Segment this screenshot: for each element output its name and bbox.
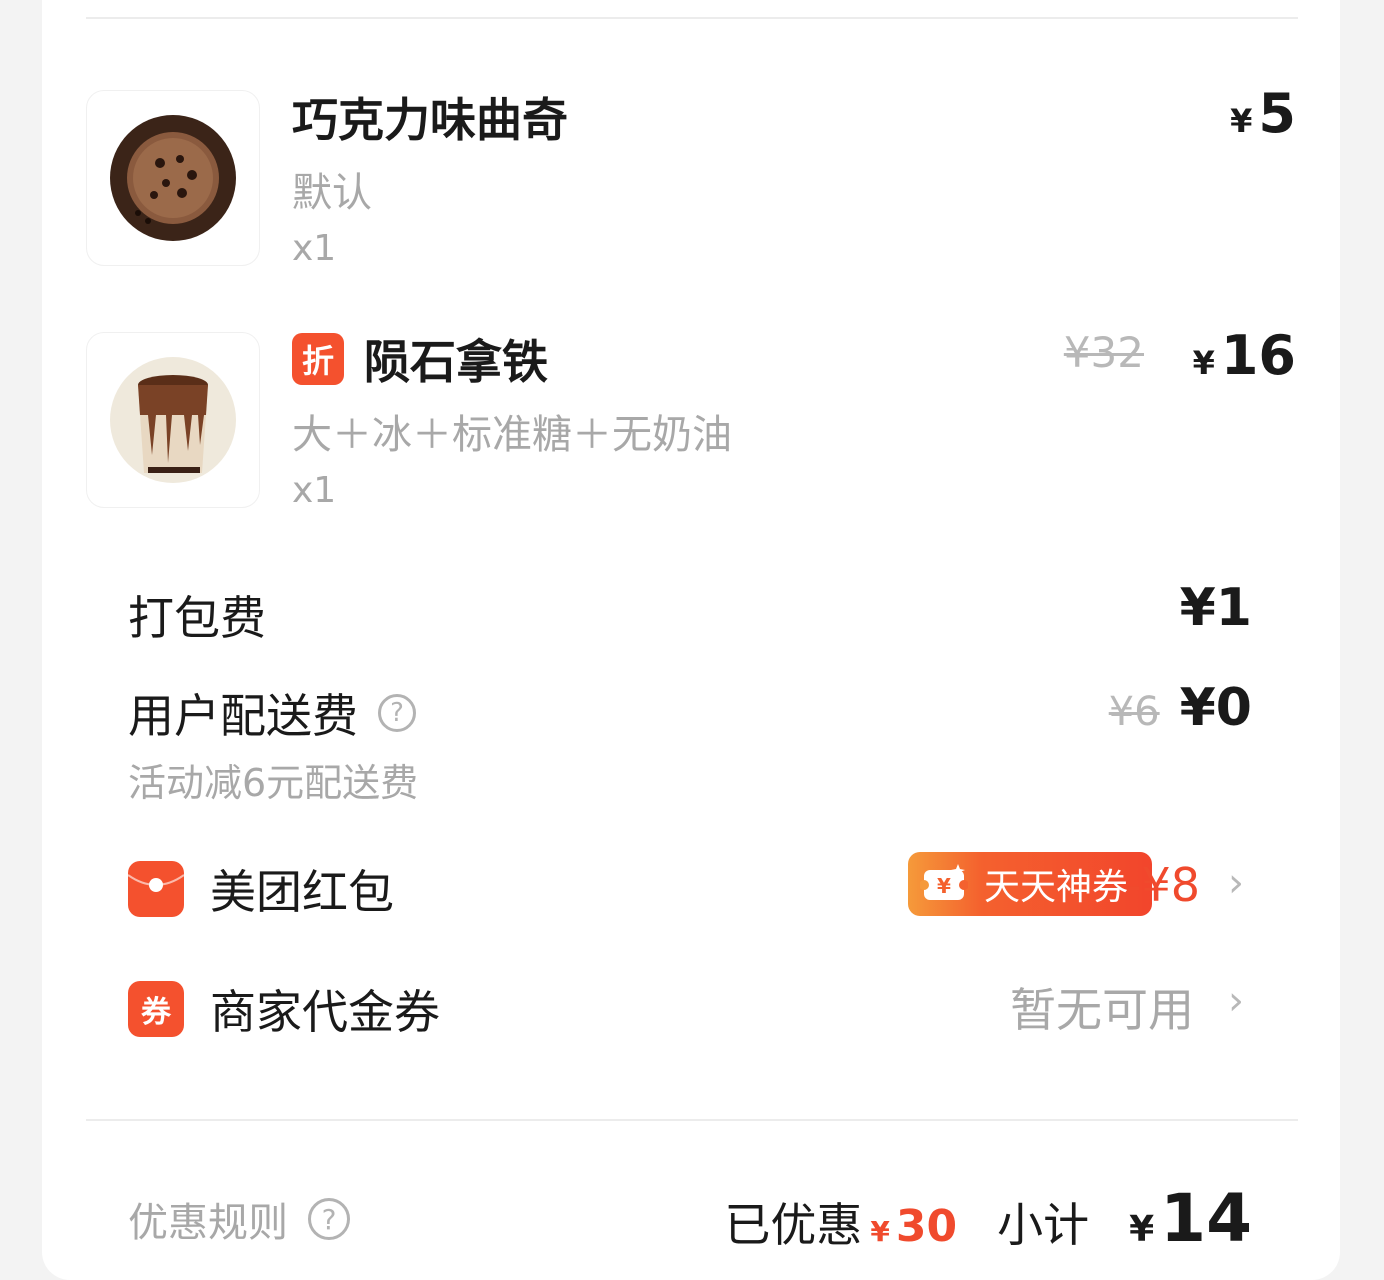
item-price: ¥5 [1230,82,1296,145]
delivery-fee-original: ¥6 [1108,689,1160,735]
item-name: 陨石拿铁 [364,335,548,389]
currency-symbol: ¥ [1192,344,1215,382]
delivery-fee-label: 用户配送费 [128,689,358,743]
merchant-voucher-label: 商家代金券 [210,985,440,1039]
order-card: 巧克力味曲奇 默认 x1 ¥5 折 陨石拿铁 大＋冰＋标准糖＋无奶油 x1 ¥3… [42,0,1340,1280]
daily-coupon-text: 天天神券 [984,867,1129,908]
red-packet-icon [128,861,184,917]
question-icon[interactable]: ? [308,1198,350,1240]
total-value: 14 [1160,1180,1252,1257]
discount-tag: 折 [292,333,344,385]
order-item: 巧克力味曲奇 默认 x1 ¥5 [86,82,1296,270]
item-price: ¥16 [1193,324,1296,387]
merchant-voucher-row[interactable]: 券 商家代金券 [128,976,440,1042]
cookie-image [86,90,260,266]
packing-fee-value: ¥1 [1179,578,1252,638]
red-packet-discount[interactable]: -¥8 [1125,858,1200,912]
currency-symbol: ¥ [1129,1209,1155,1250]
question-icon[interactable]: ? [378,694,416,732]
order-summary: 已优惠 ¥30 小计 ¥14 [724,1180,1252,1257]
chevron-right-icon[interactable]: › [1228,978,1244,1024]
delivery-fee-value: ¥0 [1179,678,1252,738]
currency-symbol: ¥ [1230,102,1253,140]
item-quantity: x1 [292,470,337,511]
ticket-yen-icon: ¥ [916,860,972,908]
latte-image [86,332,260,508]
saved-value: 30 [895,1201,958,1252]
saved-label: 已优惠 [724,1198,863,1252]
subtotal-label: 小计 [997,1198,1090,1252]
red-packet-row[interactable]: 美团红包 [128,856,394,922]
daily-coupon-badge[interactable]: ¥ 天天神券 [908,852,1152,916]
delivery-fee-value-row: ¥6 ¥0 [1109,678,1252,738]
coupon-icon: 券 [128,981,184,1037]
discount-rules[interactable]: 优惠规则 ? [128,1190,350,1248]
ticket-yen-glyph: ¥ [937,874,951,898]
item-quantity: x1 [292,228,337,269]
item-price-value: 5 [1258,82,1296,145]
delivery-fee-note: 活动减6元配送费 [128,761,419,805]
currency-symbol: ¥ [870,1215,890,1248]
discount-rules-label: 优惠规则 [128,1200,288,1246]
item-spec: 默认 [292,170,372,216]
voucher-status[interactable]: 暂无可用 [1010,974,1194,1040]
top-divider [86,17,1298,19]
order-item: 折 陨石拿铁 大＋冰＋标准糖＋无奶油 x1 ¥32 ¥16 [86,324,1296,512]
saved-amount: ¥30 [870,1201,957,1252]
item-name: 巧克力味曲奇 [292,93,568,147]
packing-fee-label: 打包费 [128,591,266,645]
item-original-price: ¥32 [1063,328,1144,377]
item-name-row: 折 陨石拿铁 [292,326,548,392]
red-packet-label: 美团红包 [210,865,394,919]
divider [86,1119,1298,1121]
delivery-fee-row: 用户配送费 ? [128,680,416,746]
chevron-right-icon[interactable]: › [1228,860,1244,906]
total-amount: ¥14 [1129,1180,1252,1257]
item-price-value: 16 [1220,324,1296,387]
item-spec: 大＋冰＋标准糖＋无奶油 [292,412,732,458]
